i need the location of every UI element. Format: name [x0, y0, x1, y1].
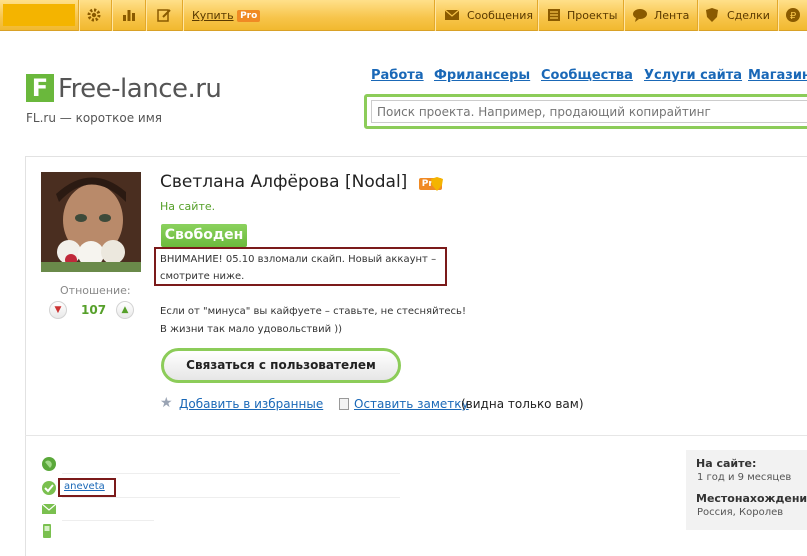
- divider: [434, 0, 435, 31]
- site-logo-name[interactable]: Free-lance.ru: [58, 74, 222, 104]
- ruble-icon[interactable]: ₽: [784, 6, 802, 24]
- on-site-value: 1 год и 9 месяцев: [697, 472, 792, 483]
- verified-shield-icon[interactable]: [431, 177, 443, 191]
- about-line-1: Если от "минуса" вы кайфуете – ставьте, …: [160, 306, 466, 317]
- chevron-down-icon: ▼: [54, 305, 62, 315]
- section-divider: [25, 435, 807, 436]
- svg-text:₽: ₽: [790, 11, 797, 22]
- stats-icon[interactable]: [120, 6, 138, 24]
- skype-link[interactable]: aneveta: [64, 481, 105, 492]
- top-bar: Купить Pro Сообщения Проекты Лента Сделк…: [0, 0, 807, 31]
- divider: [182, 0, 183, 31]
- about-line-2: В жизни так мало удовольствий )): [160, 324, 343, 335]
- divider: [145, 0, 146, 31]
- buy-pro-link[interactable]: Купить Pro: [192, 9, 261, 22]
- leave-note-link[interactable]: Оставить заметку: [354, 397, 469, 411]
- divider: [62, 497, 400, 498]
- projects-icon: [545, 6, 563, 24]
- divider: [78, 0, 79, 31]
- pro-badge: Pro: [237, 10, 261, 22]
- warning-line-1: ВНИМАНИЕ! 05.10 взломали скайп. Новый ак…: [160, 254, 437, 265]
- rating-label: Отношение:: [60, 284, 131, 297]
- buy-label: Купить: [192, 9, 234, 22]
- location-title: Местонахождение:: [696, 492, 807, 505]
- nav-services[interactable]: Услуги сайта: [644, 68, 742, 83]
- vote-up-button[interactable]: ▲: [116, 301, 134, 319]
- free-status-badge: Свободен: [161, 224, 247, 247]
- nav-work[interactable]: Работа: [371, 68, 424, 83]
- divider: [62, 473, 400, 474]
- divider: [777, 0, 778, 31]
- divider: [62, 520, 154, 521]
- shield-icon: [703, 6, 721, 24]
- deals-link[interactable]: Сделки: [727, 9, 770, 22]
- projects-link[interactable]: Проекты: [567, 9, 618, 22]
- note-icon: [339, 398, 349, 410]
- rating-value: 107: [81, 303, 107, 317]
- site-logo-icon[interactable]: F: [26, 74, 54, 102]
- note-hint: (видна только вам): [461, 397, 584, 411]
- add-to-favorites-link[interactable]: Добавить в избранные: [179, 397, 323, 411]
- skype-icon: [41, 480, 57, 496]
- nav-shop[interactable]: Магазин: [748, 68, 807, 83]
- divider: [537, 0, 538, 31]
- on-site-title: На сайте:: [696, 457, 757, 470]
- nav-freelancers[interactable]: Фрилансеры: [434, 68, 530, 83]
- feed-link[interactable]: Лента: [654, 9, 689, 22]
- avatar: [41, 172, 141, 272]
- gear-icon[interactable]: [85, 6, 103, 24]
- divider: [697, 0, 698, 31]
- search-input[interactable]: [371, 100, 807, 123]
- search-box: [364, 94, 807, 129]
- vote-down-button[interactable]: ▼: [49, 301, 67, 319]
- top-bar-logo-slot[interactable]: [3, 4, 75, 26]
- edit-icon[interactable]: [155, 6, 173, 24]
- phone-icon: [41, 523, 57, 539]
- envelope-icon: [443, 6, 461, 24]
- star-icon: ★: [160, 395, 173, 411]
- messages-link[interactable]: Сообщения: [467, 9, 533, 22]
- about-text: Если от "минуса" вы кайфуете – ставьте, …: [160, 303, 466, 339]
- online-status: На сайте.: [160, 200, 216, 213]
- warning-text: ВНИМАНИЕ! 05.10 взломали скайп. Новый ак…: [160, 251, 442, 285]
- divider: [623, 0, 624, 31]
- site-subtitle: FL.ru — короткое имя: [26, 111, 162, 125]
- profile-name-text: Светлана Алфёрова [Nodal]: [160, 172, 408, 192]
- globe-icon: [41, 456, 57, 472]
- nav-communities[interactable]: Сообщества: [541, 68, 633, 83]
- warning-line-2: смотрите ниже.: [160, 271, 245, 282]
- email-icon: [41, 503, 57, 519]
- contact-user-button[interactable]: Связаться с пользователем: [161, 348, 401, 383]
- chevron-up-icon: ▲: [121, 305, 129, 315]
- profile-name: Светлана Алфёрова [Nodal] Pro: [160, 172, 442, 192]
- divider: [111, 0, 112, 31]
- feed-icon: [631, 6, 649, 24]
- location-value: Россия, Королев: [697, 507, 784, 518]
